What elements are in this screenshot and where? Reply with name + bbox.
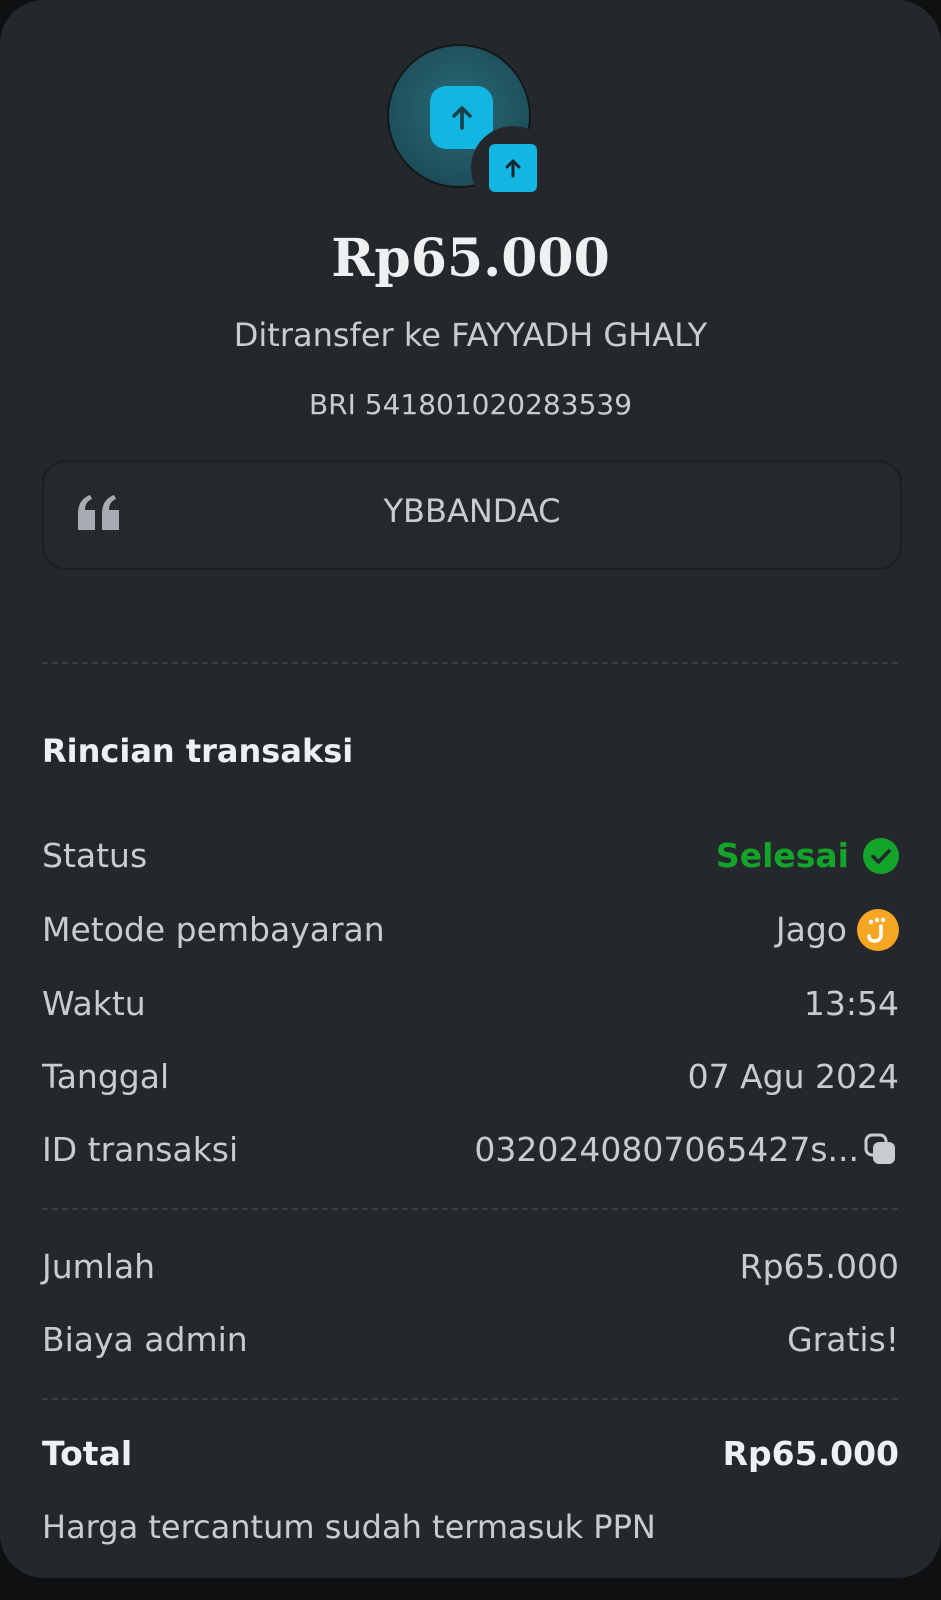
transfer-note: YBBANDAC [42,460,902,570]
time-label: Waktu [42,984,146,1023]
check-circle-icon [863,838,899,874]
note-text: YBBANDAC [383,492,561,530]
divider [42,662,898,664]
status-text: Selesai [715,836,849,875]
transaction-id-label: ID transaksi [42,1130,239,1169]
section-title: Rincian transaksi [42,732,354,770]
payment-method-label: Metode pembayaran [42,910,385,949]
transaction-id-value[interactable]: 0320240807065427s... [474,1126,899,1174]
admin-fee-label: Biaya admin [42,1320,248,1359]
detail-row-status: Status Selesai [42,832,899,880]
date-label: Tanggal [42,1057,170,1096]
divider [42,1208,898,1210]
transfer-badge [471,126,555,210]
total-value: Rp65.000 [722,1434,899,1473]
transaction-id-text: 0320240807065427s... [474,1130,859,1169]
copy-icon[interactable] [863,1132,899,1168]
status-value: Selesai [716,832,899,880]
detail-row-payment-method: Metode pembayaran Jago [42,906,899,954]
recipient-account: BRI 541801020283539 [308,388,633,421]
total-row: Total Rp65.000 [42,1430,899,1478]
arrow-up-icon [489,144,537,192]
admin-fee-value: Gratis! [787,1320,899,1359]
payment-method-text: Jago [775,910,847,949]
date-value: 07 Agu 2024 [687,1057,899,1096]
recipient-name: Ditransfer ke FAYYADH GHALY [233,316,708,354]
detail-row-transaction-id: ID transaksi 0320240807065427s... [42,1126,899,1174]
divider [42,1398,898,1400]
recipient-avatar [387,44,555,210]
payment-method-value: Jago [776,906,899,954]
summary-row-admin-fee: Biaya admin Gratis! [42,1316,899,1364]
amount-label: Jumlah [42,1247,156,1286]
total-label: Total [42,1434,133,1473]
status-label: Status [42,836,148,875]
amount-value: Rp65.000 [739,1247,899,1286]
transaction-receipt-card: Rp65.000 Ditransfer ke FAYYADH GHALY BRI… [0,0,941,1578]
summary-row-amount: Jumlah Rp65.000 [42,1243,899,1291]
detail-row-time: Waktu 13:54 [42,980,899,1028]
time-value: 13:54 [803,984,899,1023]
transfer-amount: Rp65.000 [331,228,610,289]
tax-footnote: Harga tercantum sudah termasuk PPN [42,1508,656,1546]
detail-row-date: Tanggal 07 Agu 2024 [42,1053,899,1101]
jago-logo-icon [857,909,899,951]
